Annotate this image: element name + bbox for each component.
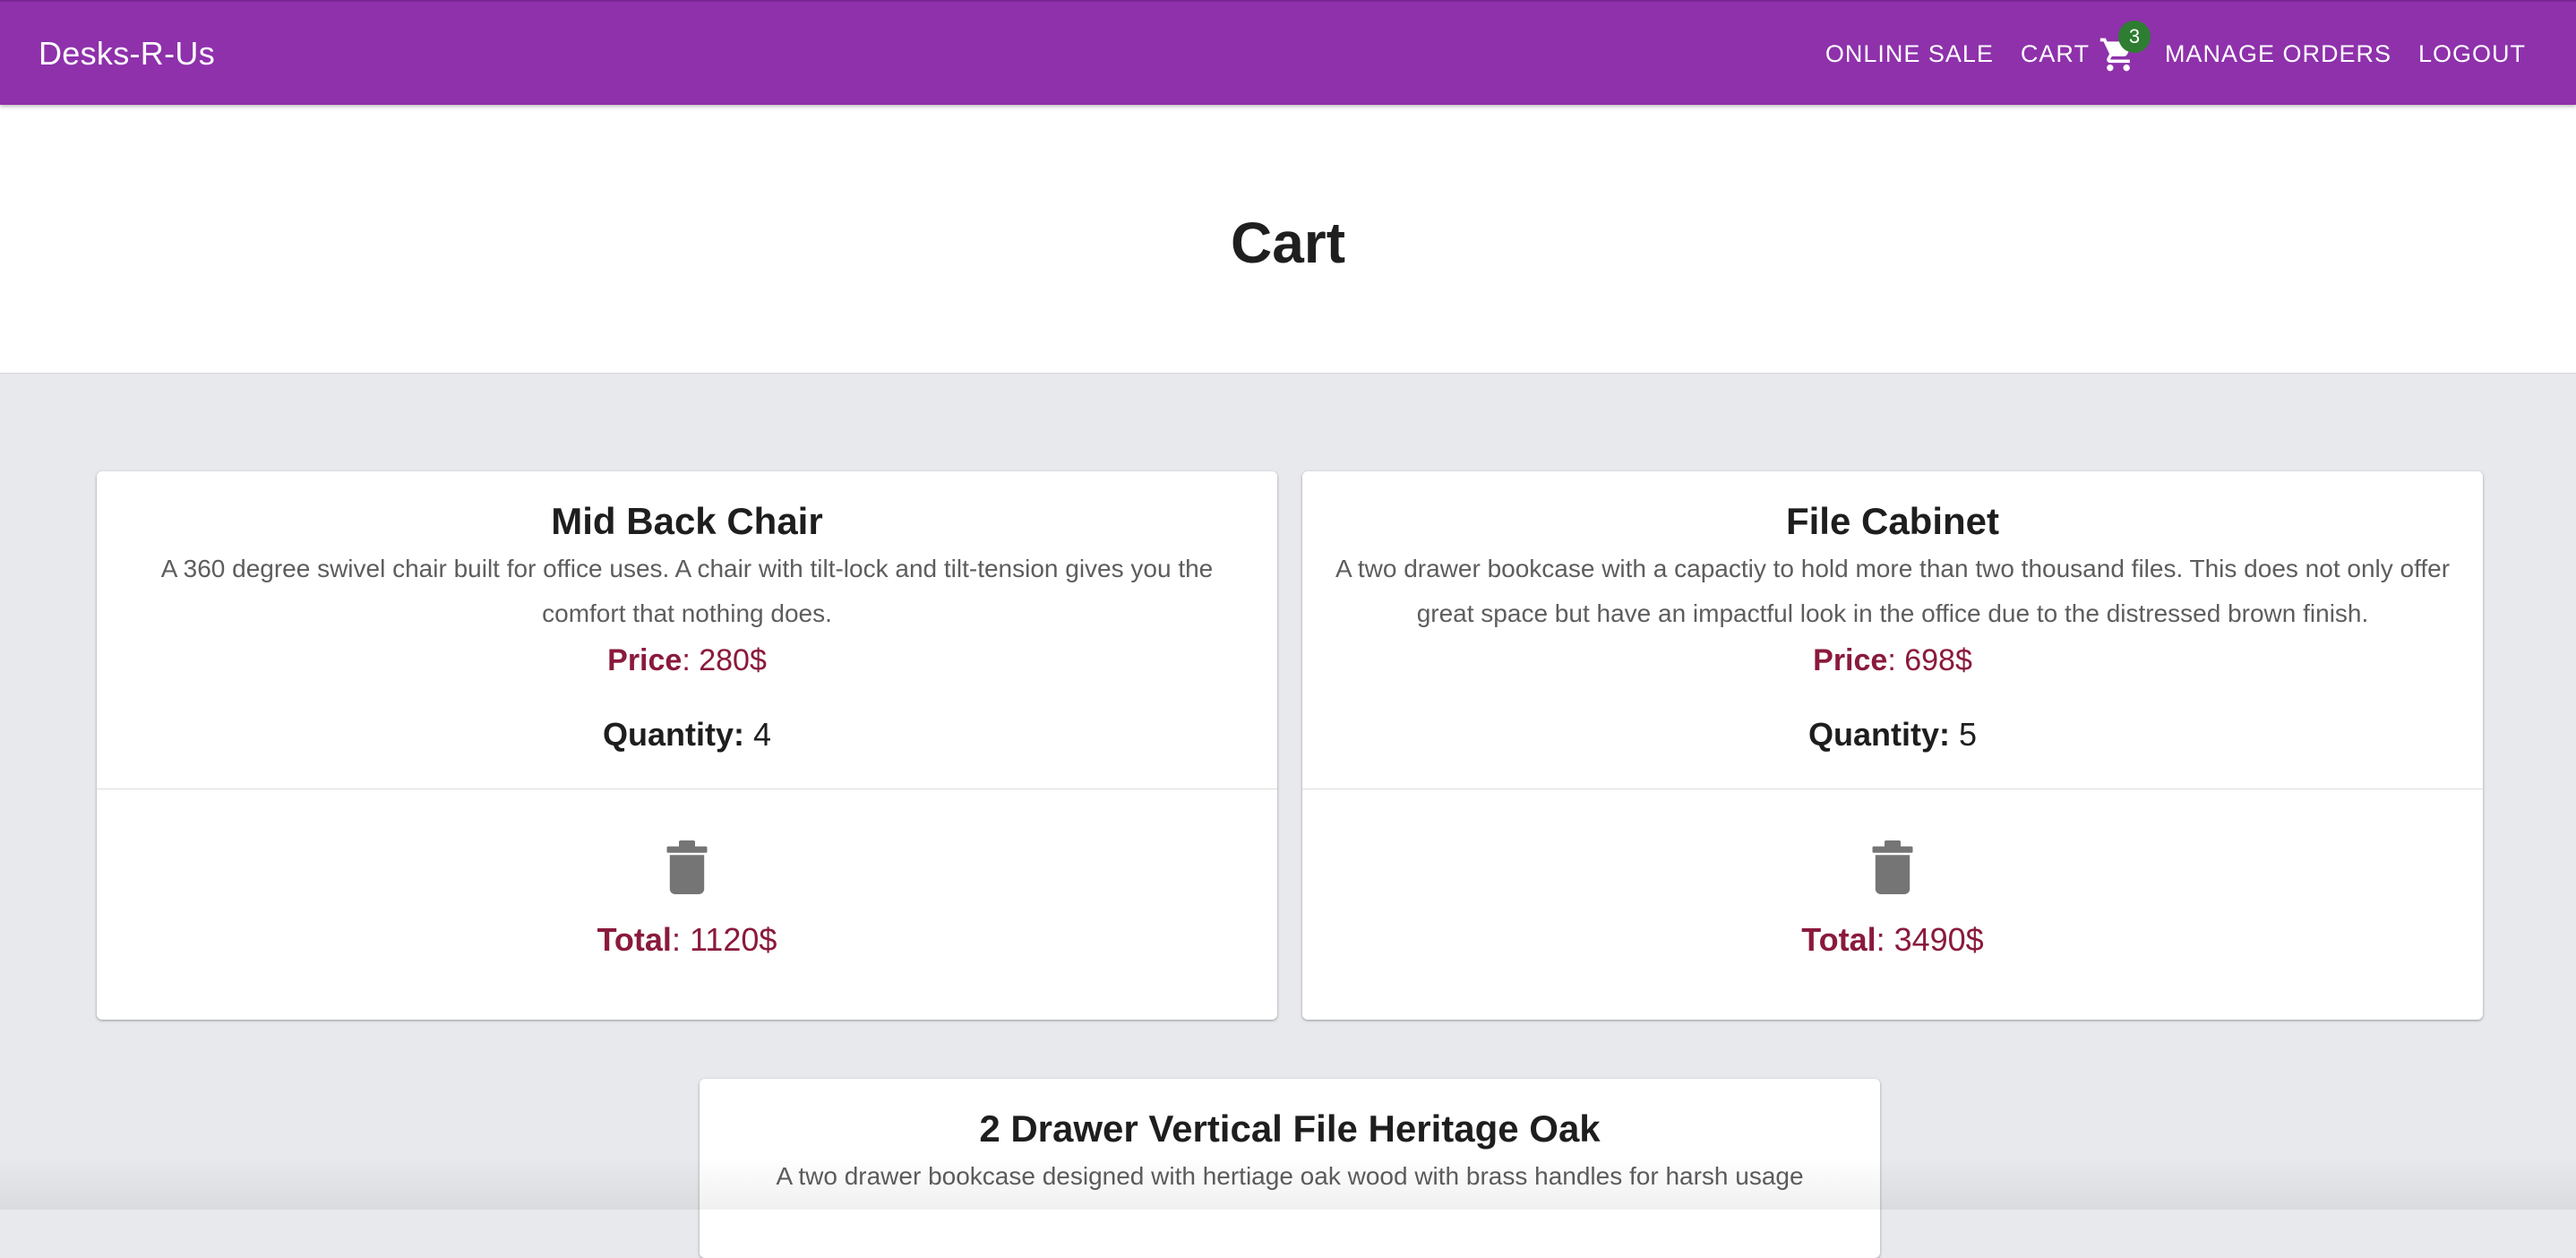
- nav-online-sale-label: ONLINE SALE: [1825, 40, 1994, 67]
- item-price: Price: 280$: [124, 638, 1250, 683]
- item-name: 2 Drawer Vertical File Heritage Oak: [979, 1107, 1601, 1150]
- item-quantity: Quantity: 4: [124, 715, 1250, 754]
- cart-item-card: 2 Drawer Vertical File Heritage Oak A tw…: [700, 1079, 1880, 1258]
- card-divider: [97, 788, 1277, 789]
- nav-logout-label: LOGOUT: [2417, 40, 2526, 67]
- total-value: : 1120$: [671, 921, 777, 958]
- item-description: A 360 degree swivel chair built for offi…: [160, 555, 1214, 627]
- trash-icon: [666, 840, 708, 894]
- item-total: Total: 1120$: [97, 918, 1277, 962]
- price-label: Price: [1813, 643, 1888, 677]
- total-label: Total: [597, 921, 672, 958]
- quantity-value: 5: [1958, 716, 1978, 753]
- item-quantity: Quantity: 5: [1329, 715, 2456, 754]
- cart-item-card: Mid Back Chair A 360 degree swivel chair…: [97, 471, 1277, 1020]
- nav-cart-label: CART: [2020, 40, 2090, 67]
- page-header: Cart: [0, 105, 2576, 374]
- item-name: Mid Back Chair: [551, 500, 823, 542]
- total-value: : 3490$: [1876, 921, 1984, 958]
- item-name: File Cabinet: [1785, 500, 2000, 542]
- delete-item-button[interactable]: [1871, 840, 1914, 894]
- delete-item-button[interactable]: [665, 840, 708, 894]
- total-label: Total: [1801, 921, 1876, 958]
- price-value: : 280$: [682, 643, 767, 677]
- quantity-value: 4: [752, 716, 772, 753]
- price-value: : 698$: [1887, 643, 1972, 677]
- item-total: Total: 3490$: [1302, 918, 2483, 962]
- item-price: Price: 698$: [1329, 638, 2456, 683]
- app-bar: Desks-R-Us ONLINE SALE CART 3 MANAGE ORD…: [0, 0, 2576, 105]
- nav-logout[interactable]: LOGOUT: [2418, 40, 2526, 68]
- item-description: A two drawer bookcase with a capactiy to…: [1335, 555, 2451, 627]
- cart-count-badge: 3: [2117, 20, 2151, 53]
- cart-item-card: File Cabinet A two drawer bookcase with …: [1302, 471, 2483, 1020]
- shopping-cart-icon[interactable]: 3: [2099, 20, 2151, 74]
- price-label: Price: [607, 643, 683, 677]
- quantity-label: Quantity:: [602, 716, 744, 753]
- nav-manage-orders-label: MANAGE ORDERS: [2164, 40, 2391, 67]
- brand-logo[interactable]: Desks-R-Us: [39, 36, 215, 72]
- nav-cart[interactable]: CART 3: [2020, 20, 2151, 74]
- card-divider: [1302, 788, 2483, 789]
- nav-menu: ONLINE SALE CART 3 MANAGE ORDERS LOGOUT: [1799, 2, 2526, 107]
- nav-online-sale[interactable]: ONLINE SALE: [1825, 40, 1994, 68]
- trash-icon: [1872, 840, 1913, 894]
- page-title: Cart: [1230, 211, 1346, 275]
- quantity-label: Quantity:: [1807, 716, 1950, 753]
- item-description: A two drawer bookcase designed with hert…: [776, 1162, 1804, 1190]
- nav-manage-orders[interactable]: MANAGE ORDERS: [2165, 40, 2391, 68]
